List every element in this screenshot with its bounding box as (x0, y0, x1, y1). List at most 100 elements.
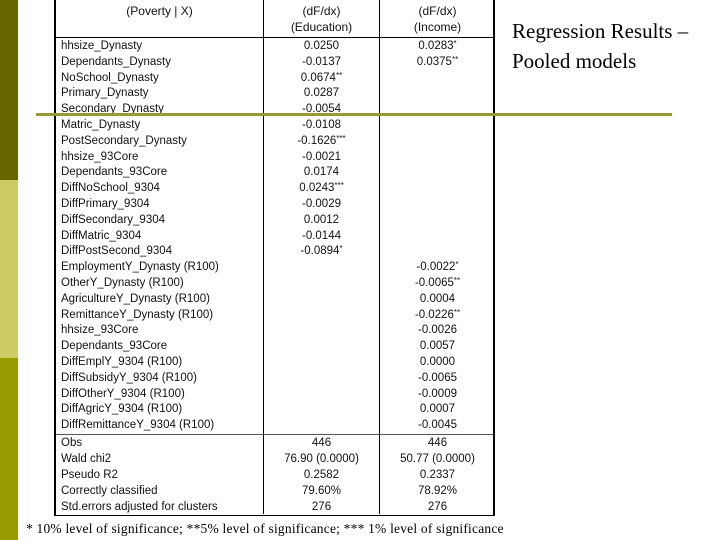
income-value: 0.0057 (419, 340, 456, 353)
sidebar-bar-dark (0, 0, 18, 180)
education-value: -0.0108 (301, 118, 341, 131)
stats-row: Wald chi2 76.90 (0.0000) 50.77 (0.0000) (56, 452, 493, 468)
table-row: Dependants_93Core 0.0057 (56, 339, 493, 355)
header-income: (dF/dx) (Income) (380, 3, 495, 35)
significance-stars: * (455, 260, 459, 270)
significance-stars: * (339, 244, 343, 254)
row-label: DiffAgricY_9304 (R100) (61, 403, 183, 416)
table-row: EmploymentY_Dynasty (R100) -0.0022* (56, 260, 493, 276)
regression-table: (Poverty | X) (dF/dx) (Education) (dF/dx… (54, 0, 495, 516)
significance-stars: *** (336, 133, 346, 143)
significance-stars: ** (453, 275, 461, 285)
header-separator (56, 37, 493, 38)
income-value: 0.0004 (419, 292, 456, 305)
row-label: DiffRemittanceY_9304 (R100) (61, 419, 215, 432)
table-stats: Obs 446 446 Wald chi2 76.90 (0.0000) 50.77 (0… (56, 436, 493, 515)
stats-separator (56, 434, 493, 435)
education-value: -0.0029 (301, 197, 341, 210)
income-value: 0.0375** (416, 54, 459, 68)
table-row: Matric_Dynasty -0.0108 (56, 118, 493, 134)
table-row: DiffOtherY_9304 (R100) -0.0009 (56, 387, 493, 403)
education-value: -0.1626*** (297, 133, 346, 147)
row-label: Obs (61, 437, 83, 449)
stats-row: Std.errors adjusted for clusters 276 276 (56, 500, 493, 516)
education-value: 0.0243*** (299, 181, 344, 195)
row-label: DiffOtherY_9304 (R100) (61, 387, 185, 400)
table-row: hhsize_Dynasty 0.0250 0.0283* (56, 39, 493, 55)
row-label: DiffPostSecond_9304 (61, 245, 173, 258)
row-label: DiffNoSchool_9304 (61, 182, 160, 195)
income-value: 276 (427, 500, 448, 513)
row-label: DiffMatric_9304 (61, 229, 142, 242)
row-label: hhsize_93Core (61, 324, 139, 337)
row-label: RemittanceY_Dynasty (R100) (61, 308, 214, 321)
table-row: DiffMatric_9304 -0.0144 (56, 229, 493, 245)
income-value: -0.0226** (414, 307, 461, 321)
income-value: -0.0045 (417, 419, 457, 432)
significance-footnote: * 10% level of significance; **5% level … (26, 521, 504, 536)
table-row: Dependants_Dynasty -0.0137 0.0375** (56, 55, 493, 71)
significance-stars: *** (334, 181, 344, 191)
significance-stars: ** (451, 54, 459, 64)
table-row: AgricultureY_Dynasty (R100) 0.0004 (56, 292, 493, 308)
row-label: Pseudo R2 (61, 468, 118, 481)
table-row: DiffAgricY_9304 (R100) 0.0007 (56, 402, 493, 418)
education-value: 0.0674** (300, 70, 343, 84)
income-value: 446 (427, 437, 448, 449)
table-row: DiffPostSecond_9304 -0.0894* (56, 244, 493, 260)
table-row: DiffNoSchool_9304 0.0243*** (56, 181, 493, 197)
row-label: DiffEmplY_9304 (R100) (61, 355, 183, 368)
slide-title-line1: Regression Results – (512, 19, 689, 43)
education-value: -0.0021 (301, 150, 341, 163)
sidebar-bar-light (0, 180, 18, 358)
table-row: RemittanceY_Dynasty (R100) -0.0226** (56, 308, 493, 324)
slide-title-line2: Pooled models (512, 49, 637, 73)
income-value: -0.0009 (417, 387, 457, 400)
header-education-line1: (dF/dx) (302, 4, 341, 18)
row-label: Dependants_93Core (61, 340, 168, 353)
income-value: -0.0065 (417, 371, 457, 384)
table-row: PostSecondary_Dynasty -0.1626*** (56, 134, 493, 150)
education-value: -0.0137 (301, 55, 341, 68)
table-row: DiffRemittanceY_9304 (R100) -0.0045 (56, 418, 493, 434)
stats-row: Obs 446 446 (56, 436, 493, 452)
header-education: (dF/dx) (Education) (264, 3, 379, 35)
sidebar-bar-mid (0, 358, 18, 540)
table-row: DiffPrimary_9304 -0.0029 (56, 197, 493, 213)
education-value: 0.2582 (303, 468, 340, 481)
table-row: Primary_Dynasty 0.0287 (56, 86, 493, 102)
significance-stars: ** (335, 70, 343, 80)
row-label: Wald chi2 (61, 452, 112, 465)
income-value: -0.0026 (417, 324, 457, 337)
education-value: -0.0894* (300, 244, 343, 258)
table-row: OtherY_Dynasty (R100) -0.0065** (56, 276, 493, 292)
title-rule (36, 113, 672, 116)
header-income-line2: (Income) (413, 20, 462, 34)
significance-stars: * (453, 39, 457, 48)
row-label: Std.errors adjusted for clusters (61, 500, 218, 513)
income-value: 0.0007 (419, 403, 456, 416)
table-row: hhsize_93Core -0.0026 (56, 323, 493, 339)
table-row: NoSchool_Dynasty 0.0674** (56, 71, 493, 87)
header-income-line1: (dF/dx) (418, 4, 457, 18)
table-body: hhsize_Dynasty 0.0250 0.0283* Dependants_Dy… (56, 39, 493, 434)
table-row: DiffSecondary_9304 0.0012 (56, 213, 493, 229)
income-value: 50.77 (0.0000) (400, 452, 475, 465)
row-label: EmploymentY_Dynasty (R100) (61, 261, 219, 274)
education-value: 0.0174 (303, 166, 340, 179)
row-label: Primary_Dynasty (61, 87, 149, 100)
education-value: 0.0250 (303, 40, 340, 52)
income-value: 0.0283* (418, 39, 457, 52)
row-label: Matric_Dynasty (61, 118, 141, 131)
row-label: Dependants_Dynasty (61, 55, 171, 68)
header-label: (Poverty | X) (126, 4, 193, 18)
row-label: hhsize_Dynasty (61, 40, 143, 52)
row-label: OtherY_Dynasty (R100) (61, 276, 184, 289)
education-value: 446 (311, 437, 332, 449)
row-label: Correctly classified (61, 484, 158, 497)
education-value: 0.0012 (303, 213, 340, 226)
row-label: Dependants_93Core (61, 166, 168, 179)
table-row: hhsize_93Core -0.0021 (56, 150, 493, 166)
row-label: DiffSecondary_9304 (61, 213, 165, 226)
education-value: 76.90 (0.0000) (284, 452, 359, 465)
